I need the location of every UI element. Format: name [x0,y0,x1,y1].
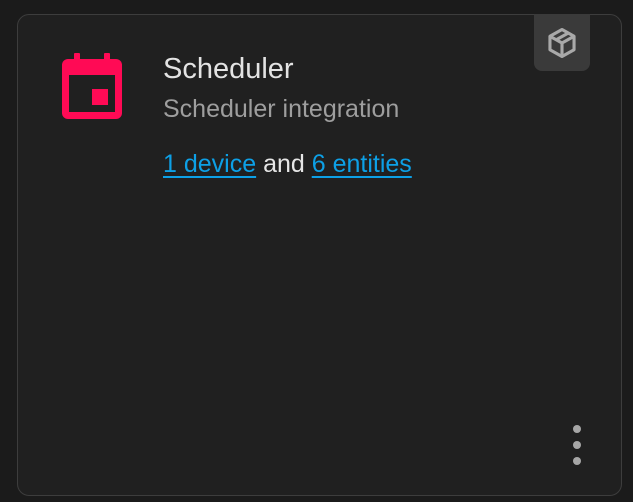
menu-dot [573,457,581,465]
overflow-menu-button[interactable] [565,425,589,465]
dots-vertical-icon [573,425,581,433]
entities-link[interactable]: 6 entities [312,150,412,178]
calendar-icon [62,53,122,119]
integration-card[interactable]: Scheduler Scheduler integration 1 device… [17,14,622,496]
links-conjunction: and [256,150,312,178]
devices-link[interactable]: 1 device [163,150,256,178]
menu-dot [573,441,581,449]
custom-integration-badge [534,14,590,71]
integration-subtitle: Scheduler integration [163,95,400,123]
integration-title: Scheduler [163,53,294,85]
cube-icon [548,27,576,58]
device-entity-links: 1 device and 6 entities [163,149,412,179]
